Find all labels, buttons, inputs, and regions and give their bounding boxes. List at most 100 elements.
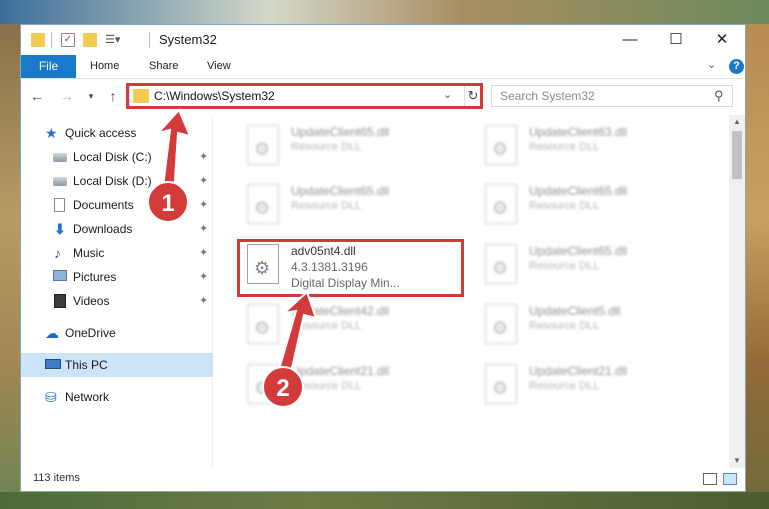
file-item[interactable]: ⚙ UpdateClient65.dll Resource DLL bbox=[477, 238, 707, 294]
title-separator bbox=[149, 32, 150, 48]
scroll-up-icon[interactable]: ▲ bbox=[729, 115, 745, 129]
sidebar-item-label: Documents bbox=[73, 198, 134, 212]
file-name: UpdateClient65.dll bbox=[529, 184, 628, 198]
file-name: UpdateClient63.dll bbox=[529, 125, 628, 139]
file-type: Resource DLL bbox=[291, 320, 362, 332]
navigation-bar: ← → ▾ ↑ C:\Windows\System32 ⌄ ↻ Search S… bbox=[21, 80, 745, 114]
sidebar-item-pictures[interactable]: Pictures ✦ bbox=[21, 265, 213, 289]
properties-icon[interactable]: ✓ bbox=[61, 33, 75, 47]
vertical-scrollbar[interactable]: ▲ ▼ bbox=[729, 115, 745, 468]
pin-icon[interactable]: ✦ bbox=[199, 198, 208, 211]
folder-icon bbox=[31, 33, 45, 47]
cloud-icon: ☁ bbox=[45, 325, 59, 341]
dll-file-icon: ⚙ bbox=[485, 244, 517, 284]
search-input[interactable]: Search System32 ⚲ bbox=[491, 85, 733, 107]
file-type: Resource DLL bbox=[529, 380, 600, 392]
address-highlight-box bbox=[126, 83, 483, 109]
scroll-down-icon[interactable]: ▼ bbox=[729, 454, 745, 468]
sidebar-item-label: OneDrive bbox=[65, 326, 116, 340]
sidebar-item-network[interactable]: ⛁ Network bbox=[21, 385, 213, 409]
file-item[interactable]: ⚙ UpdateClient42.dll Resource DLL bbox=[239, 298, 469, 354]
window-title: System32 bbox=[159, 32, 217, 47]
back-arrow-icon[interactable]: ← bbox=[27, 86, 47, 106]
music-icon: ♪ bbox=[54, 245, 61, 261]
forward-arrow-icon[interactable]: → bbox=[57, 86, 77, 106]
tab-home[interactable]: Home bbox=[90, 55, 119, 78]
dll-file-icon: ⚙ bbox=[485, 304, 517, 344]
status-bar: 113 items bbox=[21, 468, 745, 491]
up-arrow-icon[interactable]: ↑ bbox=[103, 86, 123, 106]
file-name: UpdateClient65.dll bbox=[529, 244, 628, 258]
file-type: Resource DLL bbox=[291, 141, 362, 153]
callout-badge-2: 2 bbox=[262, 366, 304, 408]
dll-file-icon: ⚙ bbox=[485, 125, 517, 165]
file-item[interactable]: ⚙ UpdateClient5.dll Resource DLL bbox=[477, 298, 707, 354]
sidebar-item-this-pc[interactable]: This PC bbox=[21, 353, 213, 377]
documents-icon bbox=[54, 198, 65, 212]
file-name: UpdateClient21.dll bbox=[291, 364, 390, 378]
file-item[interactable]: ⚙ UpdateClient65.dll Resource DLL bbox=[239, 119, 469, 175]
dll-file-icon: ⚙ bbox=[247, 304, 279, 344]
file-name: UpdateClient42.dll bbox=[291, 304, 390, 318]
file-item[interactable]: ⚙ UpdateClient65.dll Resource DLL bbox=[239, 178, 469, 234]
sidebar-item-label: This PC bbox=[65, 358, 108, 372]
sidebar-item-label: Videos bbox=[73, 294, 110, 308]
file-item[interactable]: ⚙ UpdateClient21.dll Resource DLL bbox=[477, 358, 707, 414]
sidebar-item-music[interactable]: ♪ Music ✦ bbox=[21, 241, 213, 265]
file-name: UpdateClient21.dll bbox=[529, 364, 628, 378]
expand-ribbon-icon[interactable]: ⌄ bbox=[707, 58, 716, 71]
star-icon: ★ bbox=[45, 125, 58, 141]
pin-icon[interactable]: ✦ bbox=[199, 246, 208, 259]
customize-toolbar-icon[interactable]: ☰▾ bbox=[105, 33, 120, 47]
file-name: UpdateClient65.dll bbox=[291, 125, 390, 139]
network-icon: ⛁ bbox=[45, 389, 57, 405]
drive-icon bbox=[53, 177, 67, 186]
file-type: Resource DLL bbox=[529, 141, 600, 153]
pin-icon[interactable]: ✦ bbox=[199, 150, 208, 163]
minimize-button[interactable]: — bbox=[607, 25, 653, 55]
pin-icon[interactable]: ✦ bbox=[199, 174, 208, 187]
desktop-background-bottom bbox=[0, 492, 769, 509]
title-bar: ✓ ☰▾ System32 — ☐ ✕ bbox=[21, 25, 745, 55]
scroll-thumb[interactable] bbox=[732, 131, 742, 179]
computer-icon bbox=[45, 359, 61, 369]
new-folder-icon[interactable] bbox=[83, 33, 97, 47]
sidebar-item-quick-access[interactable]: ★ Quick access bbox=[21, 121, 213, 145]
sidebar-item-label: Network bbox=[65, 390, 110, 404]
sidebar-item-label: Pictures bbox=[73, 270, 117, 284]
sidebar-item-label: Downloads bbox=[73, 222, 133, 236]
tab-view[interactable]: View bbox=[207, 55, 231, 78]
recent-locations-icon[interactable]: ▾ bbox=[81, 86, 101, 106]
pictures-icon bbox=[53, 270, 67, 281]
sidebar-item-videos[interactable]: Videos ✦ bbox=[21, 289, 213, 313]
dll-file-icon: ⚙ bbox=[485, 364, 517, 404]
desktop-background-right bbox=[746, 24, 769, 509]
file-item[interactable]: ⚙ UpdateClient65.dll Resource DLL bbox=[477, 178, 707, 234]
file-type: Resource DLL bbox=[529, 200, 600, 212]
help-icon[interactable]: ? bbox=[729, 59, 744, 74]
sidebar-item-onedrive[interactable]: ☁ OneDrive bbox=[21, 321, 213, 345]
pin-icon[interactable]: ✦ bbox=[199, 222, 208, 235]
tab-file[interactable]: File bbox=[21, 55, 76, 78]
sidebar-item-downloads[interactable]: ⬇ Downloads ✦ bbox=[21, 217, 213, 241]
sidebar-item-local-disk-c[interactable]: Local Disk (C:) ✦ bbox=[21, 145, 213, 169]
pin-icon[interactable]: ✦ bbox=[199, 294, 208, 307]
sidebar-item-label: Local Disk (C:) bbox=[73, 150, 152, 164]
file-highlight-box bbox=[237, 239, 464, 297]
ribbon-tabs: File Home Share View ⌄ ? bbox=[21, 55, 745, 79]
title-separator bbox=[51, 32, 52, 48]
sidebar-item-label: Local Disk (D:) bbox=[73, 174, 152, 188]
pin-icon[interactable]: ✦ bbox=[199, 270, 208, 283]
file-name: UpdateClient65.dll bbox=[291, 184, 390, 198]
dll-file-icon: ⚙ bbox=[247, 125, 279, 165]
file-type: Resource DLL bbox=[291, 200, 362, 212]
dll-file-icon: ⚙ bbox=[485, 184, 517, 224]
tab-share[interactable]: Share bbox=[149, 55, 178, 78]
file-item[interactable]: ⚙ UpdateClient63.dll Resource DLL bbox=[477, 119, 707, 175]
search-icon[interactable]: ⚲ bbox=[714, 88, 724, 104]
navigation-pane: ★ Quick access Local Disk (C:) ✦ Local D… bbox=[21, 115, 213, 468]
details-view-icon[interactable] bbox=[703, 473, 717, 485]
maximize-button[interactable]: ☐ bbox=[653, 25, 699, 55]
tiles-view-icon[interactable] bbox=[723, 473, 737, 485]
close-button[interactable]: ✕ bbox=[699, 25, 745, 55]
